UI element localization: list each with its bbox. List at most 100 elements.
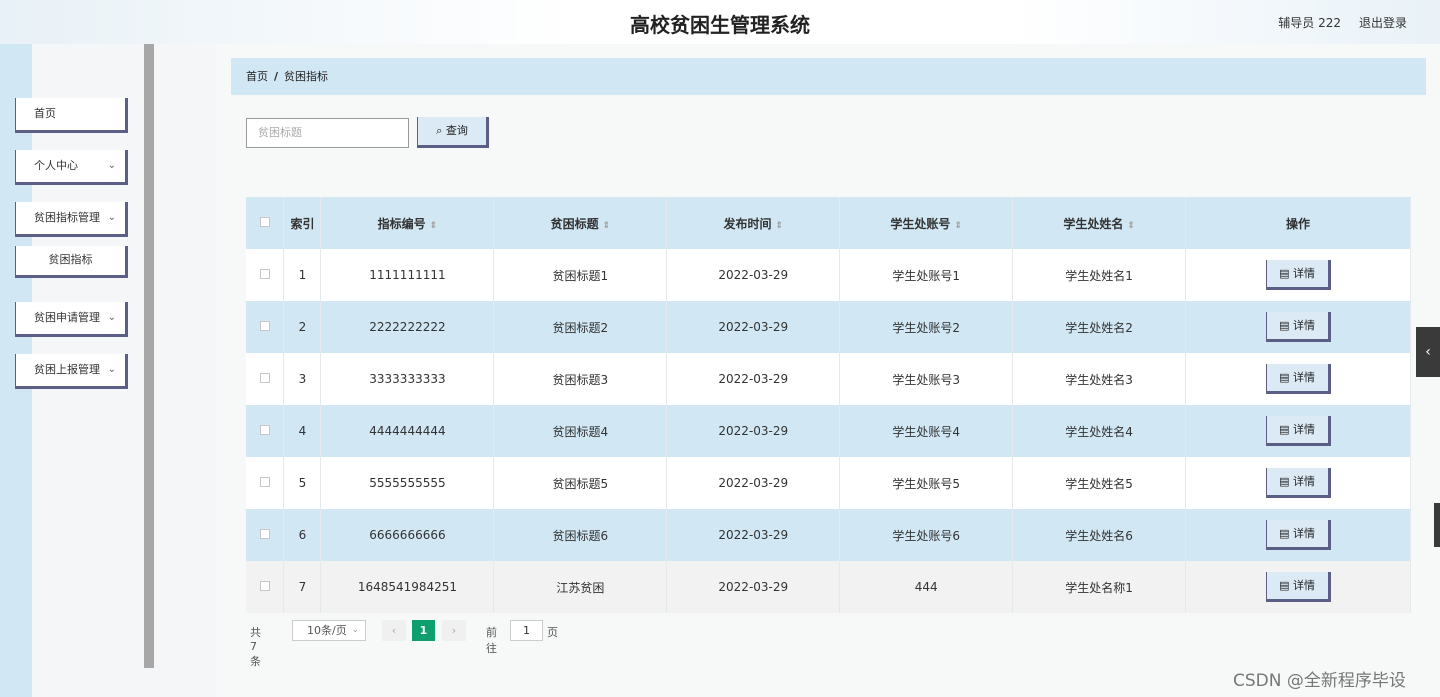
row-checkbox[interactable]	[259, 373, 270, 383]
goto-page-input[interactable]: 1	[510, 620, 543, 641]
select-all-checkbox[interactable]	[259, 217, 270, 227]
detail-button-label: 详情	[1292, 527, 1315, 540]
detail-button-label: 详情	[1292, 267, 1315, 280]
row-checkbox-cell	[246, 457, 285, 509]
cell-index: 1	[283, 249, 322, 301]
sidebar-subitem-poverty-indicator[interactable]: 贫困指标	[15, 246, 128, 278]
row-checkbox[interactable]	[259, 425, 270, 435]
sidebar-item-poverty-indicator-mgmt[interactable]: 贫困指标管理 ⌄	[15, 202, 128, 237]
table-row: 5 5555555555 贫困标题5 2022-03-29 学生处账号5 学生处姓名5 ▤ …	[246, 457, 1411, 509]
sidebar-item-personal-center[interactable]: 个人中心 ⌄	[15, 150, 128, 185]
cell-action: ▤ 详情	[1185, 457, 1411, 509]
side-handle[interactable]	[1434, 503, 1440, 547]
sidebar-item-poverty-application-mgmt[interactable]: 贫困申请管理 ⌄	[15, 302, 128, 337]
cell-account: 学生处账号5	[839, 457, 1014, 509]
detail-button[interactable]: ▤ 详情	[1265, 468, 1331, 498]
page-size-select[interactable]: 10条/页 ⌄	[292, 620, 366, 641]
cell-index: 4	[283, 405, 322, 457]
sort-icon[interactable]: ⇕	[1127, 221, 1135, 231]
table-header-row: 索引 指标编号 ⇕ 贫困标题 ⇕ 发布时间 ⇕ 学生处账号 ⇕ 学生处姓名 ⇕ 操作	[246, 197, 1411, 249]
sidebar-item-poverty-report-mgmt[interactable]: 贫困上报管理 ⌄	[15, 354, 128, 389]
chevron-down-icon: ⌄	[107, 312, 116, 323]
chevron-down-icon: ⌄	[351, 625, 359, 635]
row-checkbox[interactable]	[259, 581, 270, 591]
row-checkbox-cell	[246, 301, 285, 353]
page-number-current[interactable]: 1	[412, 620, 435, 641]
prev-page-button[interactable]: ‹	[382, 620, 406, 641]
next-page-button[interactable]: ›	[442, 620, 466, 641]
cell-name: 学生处姓名2	[1012, 301, 1187, 353]
goto-page-unit: 页	[547, 626, 558, 639]
detail-button[interactable]: ▤ 详情	[1265, 572, 1331, 602]
detail-button-label: 详情	[1292, 371, 1315, 384]
cell-date: 2022-03-29	[666, 405, 841, 457]
row-checkbox-cell	[246, 353, 285, 405]
sidebar-item-label: 贫困申请管理	[34, 311, 100, 324]
column-header-code[interactable]: 指标编号 ⇕	[320, 197, 495, 249]
page-size-value: 10条/页	[307, 624, 347, 637]
table-row: 4 4444444444 贫困标题4 2022-03-29 学生处账号4 学生处姓名4 ▤ …	[246, 405, 1411, 457]
breadcrumb-current: 贫困指标	[284, 70, 329, 83]
column-header-label: 学生处账号	[890, 216, 951, 231]
column-header-action: 操作	[1185, 197, 1411, 249]
document-icon: ▤	[1279, 319, 1293, 332]
detail-button[interactable]: ▤ 详情	[1265, 416, 1331, 446]
cell-date: 2022-03-29	[666, 457, 841, 509]
cell-name: 学生处姓名6	[1012, 509, 1187, 561]
breadcrumb-home[interactable]: 首页	[246, 70, 268, 83]
detail-button-label: 详情	[1292, 423, 1315, 436]
cell-index: 7	[283, 561, 322, 613]
cell-name: 学生处姓名3	[1012, 353, 1187, 405]
column-header-title[interactable]: 贫困标题 ⇕	[493, 197, 668, 249]
cell-code: 5555555555	[320, 457, 495, 509]
search-input[interactable]: 贫困标题	[246, 118, 409, 148]
column-header-date[interactable]: 发布时间 ⇕	[666, 197, 841, 249]
chevron-down-icon: ⌄	[107, 160, 116, 171]
search-icon: ⌕	[436, 124, 443, 137]
cell-index: 3	[283, 353, 322, 405]
detail-button-label: 详情	[1292, 579, 1315, 592]
watermark: CSDN @全新程序毕设	[1233, 671, 1406, 691]
cell-name: 学生处姓名1	[1012, 249, 1187, 301]
cell-title: 江苏贫困	[493, 561, 668, 613]
detail-button[interactable]: ▤ 详情	[1265, 312, 1331, 342]
sidebar-scrollbar[interactable]	[144, 44, 154, 668]
cell-action: ▤ 详情	[1185, 405, 1411, 457]
cell-code: 6666666666	[320, 509, 495, 561]
sidebar-item-label: 贫困指标	[48, 253, 93, 266]
detail-button[interactable]: ▤ 详情	[1265, 260, 1331, 290]
sort-icon[interactable]: ⇕	[603, 221, 611, 231]
row-checkbox[interactable]	[259, 529, 270, 539]
cell-account: 学生处账号4	[839, 405, 1014, 457]
detail-button[interactable]: ▤ 详情	[1265, 364, 1331, 394]
side-toggle-button[interactable]: ‹	[1416, 327, 1440, 377]
chevron-down-icon: ⌄	[107, 212, 116, 223]
cell-action: ▤ 详情	[1185, 353, 1411, 405]
column-header-index: 索引	[283, 197, 322, 249]
row-checkbox-cell	[246, 509, 285, 561]
row-checkbox[interactable]	[259, 269, 270, 279]
document-icon: ▤	[1279, 267, 1293, 280]
sort-icon[interactable]: ⇕	[776, 221, 784, 231]
sort-icon[interactable]: ⇕	[430, 221, 438, 231]
column-header-account[interactable]: 学生处账号 ⇕	[839, 197, 1014, 249]
document-icon: ▤	[1279, 579, 1293, 592]
goto-label: 前往	[486, 626, 497, 655]
cell-account: 学生处账号3	[839, 353, 1014, 405]
cell-title: 贫困标题1	[493, 249, 668, 301]
row-checkbox[interactable]	[259, 321, 270, 331]
chevron-left-icon: ‹	[1425, 344, 1431, 360]
logout-link[interactable]: 退出登录	[1359, 14, 1407, 31]
cell-name: 学生处姓名4	[1012, 405, 1187, 457]
cell-action: ▤ 详情	[1185, 249, 1411, 301]
row-checkbox[interactable]	[259, 477, 270, 487]
document-icon: ▤	[1279, 475, 1293, 488]
detail-button-label: 详情	[1292, 475, 1315, 488]
column-header-name[interactable]: 学生处姓名 ⇕	[1012, 197, 1187, 249]
detail-button[interactable]: ▤ 详情	[1265, 520, 1331, 550]
search-button[interactable]: ⌕ 查询	[417, 117, 489, 148]
cell-date: 2022-03-29	[666, 561, 841, 613]
search-button-label: 查询	[445, 124, 468, 137]
sidebar-item-home[interactable]: 首页	[15, 98, 128, 133]
sort-icon[interactable]: ⇕	[954, 221, 962, 231]
